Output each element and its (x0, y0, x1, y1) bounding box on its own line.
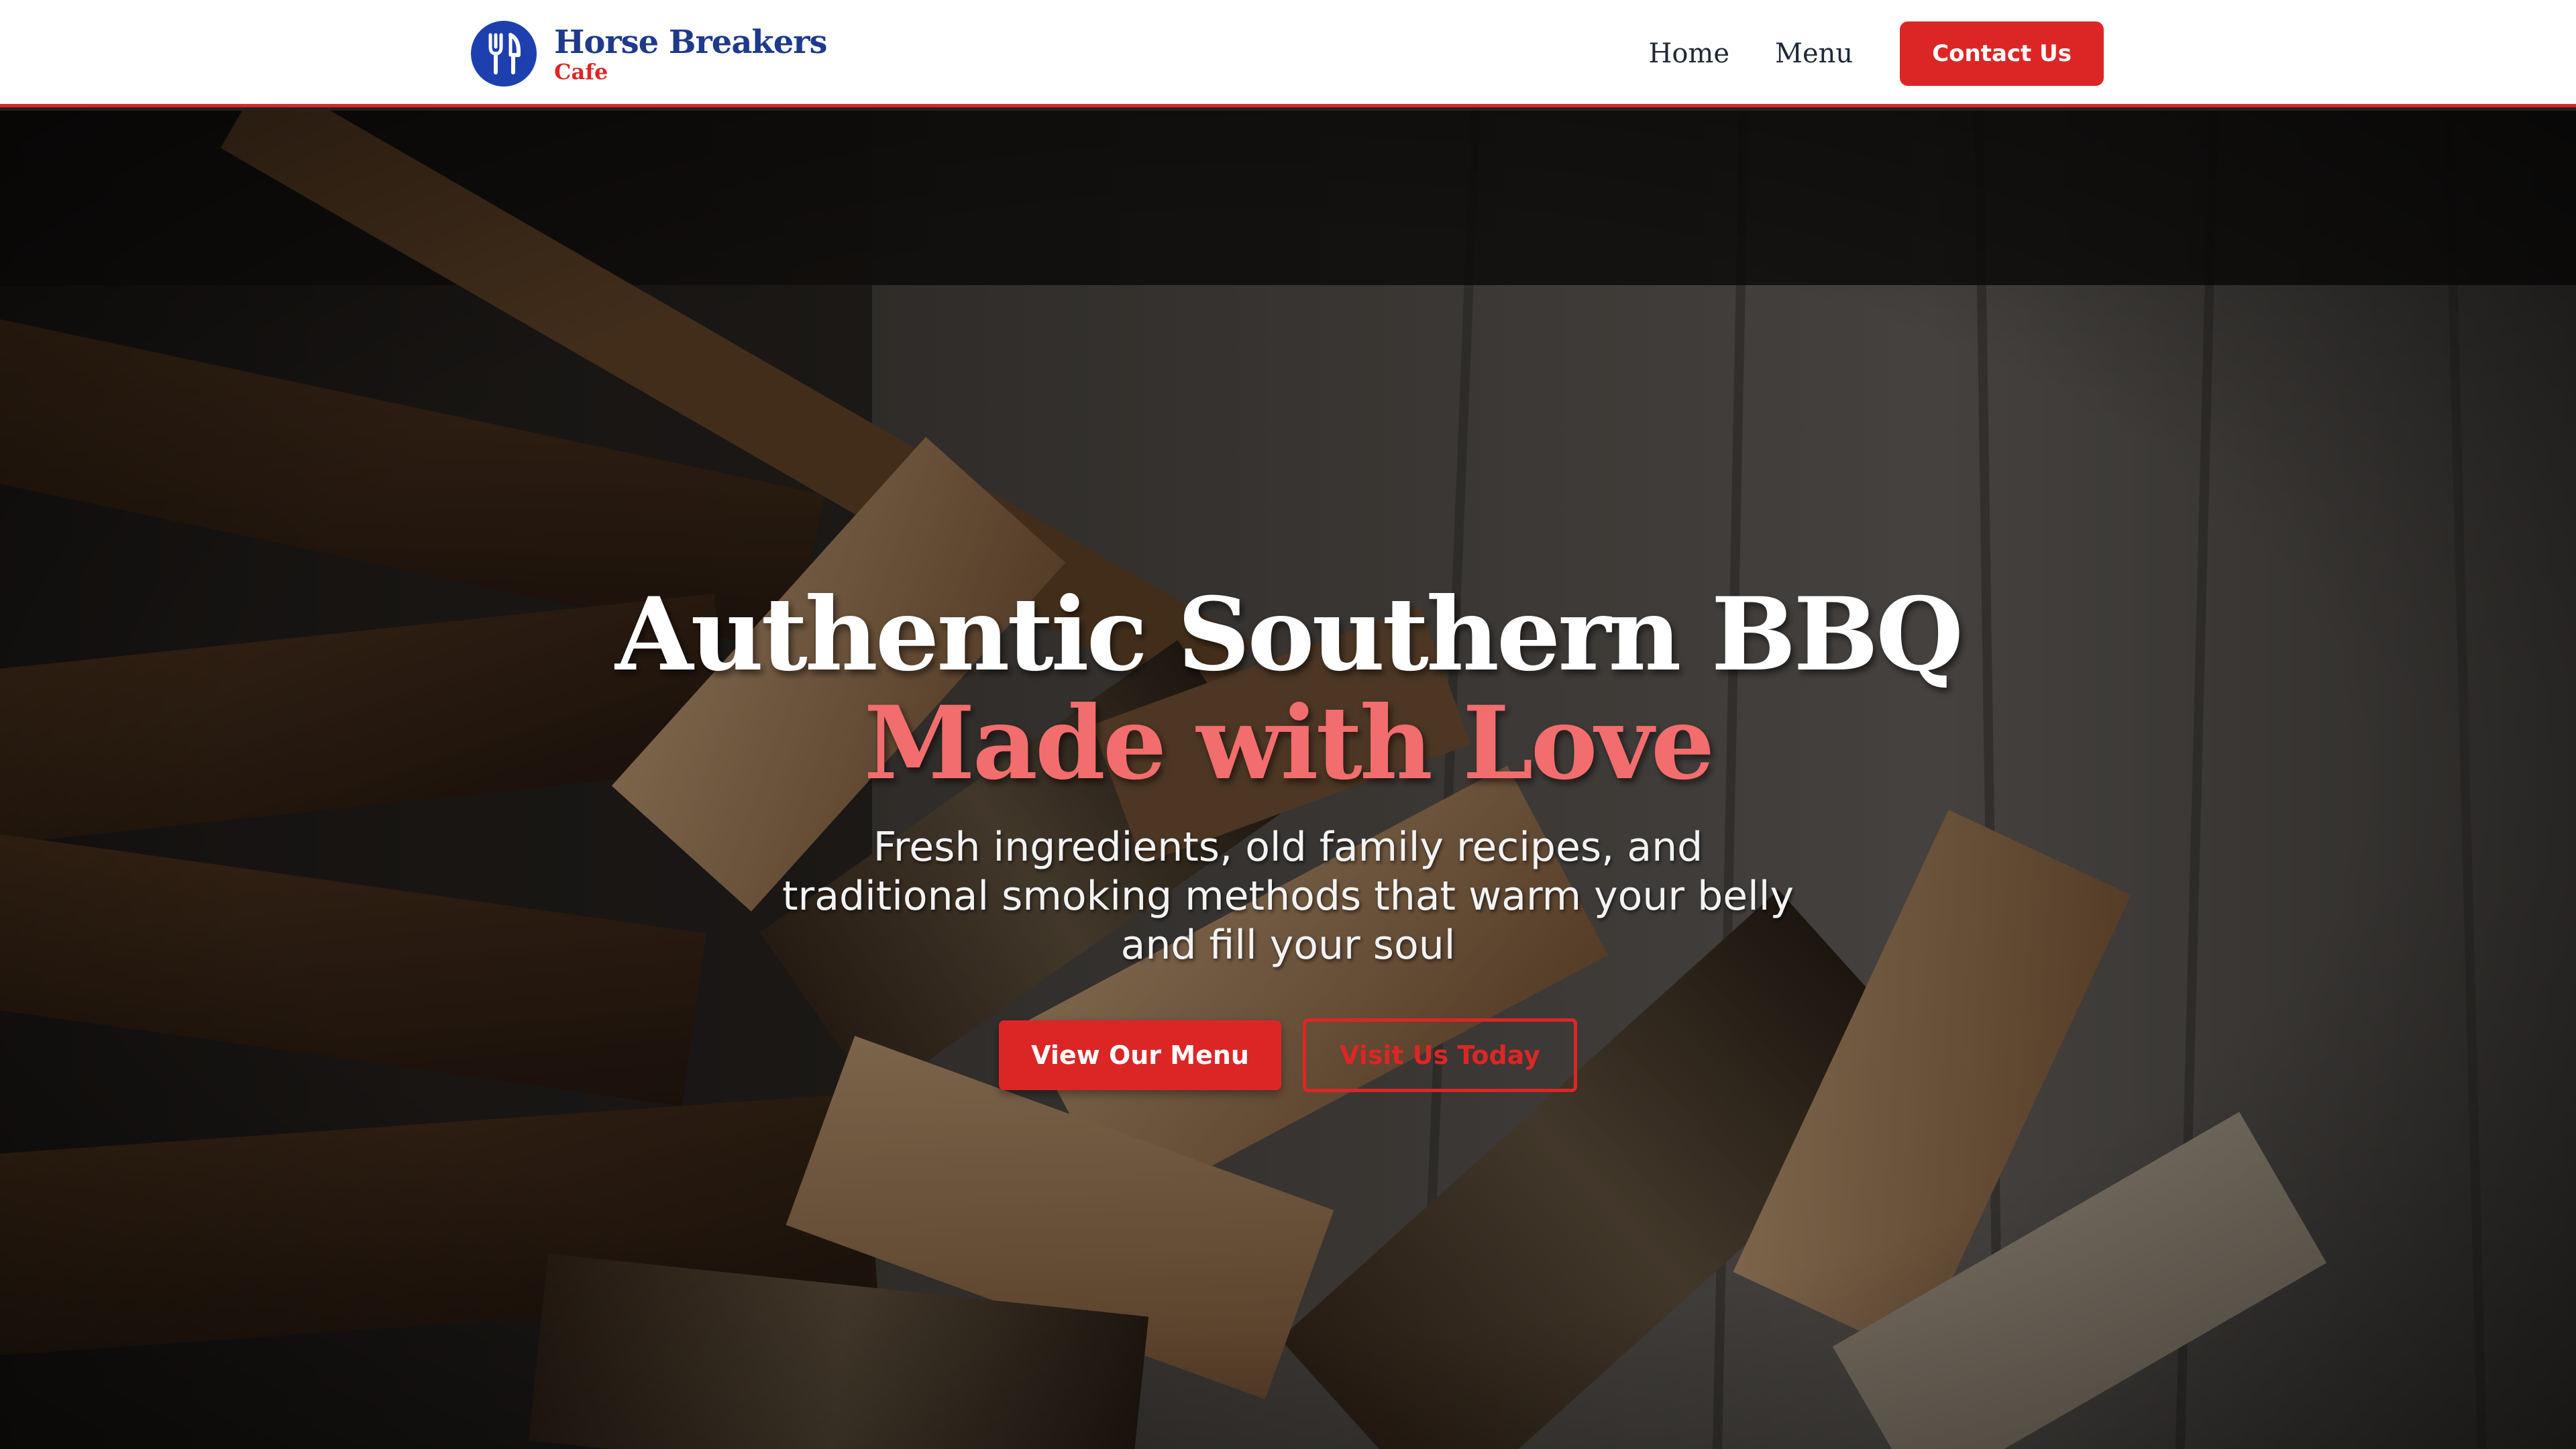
brand[interactable]: Horse Breakers Cafe (471, 20, 828, 87)
page: Horse Breakers Cafe Home Menu Contact Us (0, 0, 2576, 1449)
visit-us-button[interactable]: Visit Us Today (1302, 1018, 1577, 1092)
brand-name: Horse Breakers (554, 23, 828, 61)
view-menu-button[interactable]: View Our Menu (999, 1020, 1281, 1090)
site-header: Horse Breakers Cafe Home Menu Contact Us (0, 0, 2576, 107)
hero-headline-accent: Made with Love (863, 684, 1715, 802)
contact-us-button[interactable]: Contact Us (1900, 21, 2104, 86)
hero-headline: Authentic Southern BBQ (615, 576, 1964, 694)
fork-knife-icon (471, 21, 537, 87)
brand-text: Horse Breakers Cafe (554, 23, 828, 85)
hero-cta-row: View Our Menu Visit Us Today (0, 1018, 2576, 1092)
brand-subtitle: Cafe (554, 59, 608, 85)
hero-content: Authentic Southern BBQ Made with Love Fr… (0, 580, 2576, 1092)
nav-menu-link[interactable]: Menu (1775, 38, 1853, 69)
hero-section: Authentic Southern BBQ Made with Love Fr… (0, 111, 2576, 1449)
nav-home-link[interactable]: Home (1648, 38, 1729, 69)
main-nav: Home Menu Contact Us (1648, 21, 2104, 86)
hero-subtitle: Fresh ingredients, old family recipes, a… (782, 824, 1794, 969)
